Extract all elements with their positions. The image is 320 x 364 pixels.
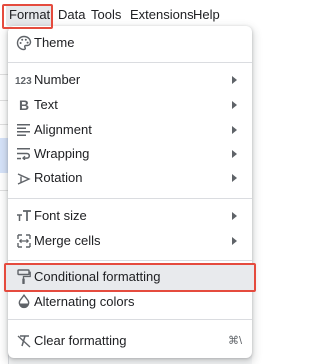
menu-tools[interactable]: Tools xyxy=(88,4,124,26)
font-size-icon xyxy=(15,207,33,225)
number-123-icon: 123 xyxy=(15,71,33,89)
menu-item-label: Text xyxy=(34,97,58,112)
menu-help[interactable]: Help xyxy=(190,4,223,26)
menu-item-rotation[interactable]: Rotation xyxy=(8,166,252,190)
menu-item-conditional-formatting[interactable]: Conditional formatting xyxy=(8,265,252,289)
menu-item-label: Number xyxy=(34,72,81,87)
format-dropdown-menu: Theme 123 Number B Text Alignment Wrappi… xyxy=(4,26,256,358)
menu-item-clear-formatting[interactable]: Clear formatting ⌘\ xyxy=(8,329,252,353)
shortcut-hint: ⌘\ xyxy=(227,335,242,347)
chevron-right-icon xyxy=(232,174,237,182)
bold-icon: B xyxy=(15,96,33,114)
chevron-right-icon xyxy=(232,150,237,158)
menu-item-text[interactable]: B Text xyxy=(8,93,252,117)
menu-item-label: Merge cells xyxy=(34,233,101,248)
menu-item-label: Alignment xyxy=(34,122,92,137)
menu-item-label: Wrapping xyxy=(34,146,90,161)
menu-item-alternating-colors[interactable]: Alternating colors xyxy=(8,290,252,314)
menu-item-label: Clear formatting xyxy=(34,333,127,348)
text-wrap-icon xyxy=(15,145,33,163)
menu-divider xyxy=(8,62,252,63)
selected-cells xyxy=(0,138,8,173)
menu-item-font-size[interactable]: Font size xyxy=(8,204,252,228)
format-menu-highlight xyxy=(2,4,53,29)
menu-data[interactable]: Data xyxy=(55,4,88,26)
menu-item-label: Conditional formatting xyxy=(34,269,161,284)
merge-cells-icon xyxy=(15,232,33,250)
grid-line xyxy=(0,74,8,75)
menu-item-alignment[interactable]: Alignment xyxy=(8,118,252,142)
menu-item-label: Theme xyxy=(34,35,75,50)
grid-line xyxy=(0,190,8,191)
menu-item-label: Rotation xyxy=(34,170,83,185)
chevron-right-icon xyxy=(232,212,237,220)
clear-format-icon xyxy=(15,332,33,350)
text-rotation-icon xyxy=(15,169,33,187)
menu-item-wrapping[interactable]: Wrapping xyxy=(8,142,252,166)
chevron-right-icon xyxy=(232,126,237,134)
menu-divider xyxy=(8,260,252,261)
menu-divider xyxy=(8,319,252,320)
color-drop-icon xyxy=(15,293,33,311)
menu-item-number[interactable]: 123 Number xyxy=(8,68,252,92)
paint-roller-icon xyxy=(15,268,33,286)
menu-item-theme[interactable]: Theme xyxy=(8,31,252,55)
menu-divider xyxy=(8,198,252,199)
chevron-right-icon xyxy=(232,101,237,109)
svg-text:B: B xyxy=(19,98,29,112)
sheet-right-edge xyxy=(252,30,260,364)
menu-extensions[interactable]: Extensions xyxy=(127,4,197,26)
svg-text:123: 123 xyxy=(15,76,32,86)
chevron-right-icon xyxy=(232,76,237,84)
palette-icon xyxy=(15,34,33,52)
grid-line xyxy=(0,100,8,101)
menu-item-label: Font size xyxy=(34,208,87,223)
chevron-right-icon xyxy=(232,237,237,245)
menu-item-merge-cells[interactable]: Merge cells xyxy=(8,229,252,253)
grid-line xyxy=(0,124,8,125)
align-left-icon xyxy=(15,121,33,139)
menu-item-label: Alternating colors xyxy=(34,294,135,309)
